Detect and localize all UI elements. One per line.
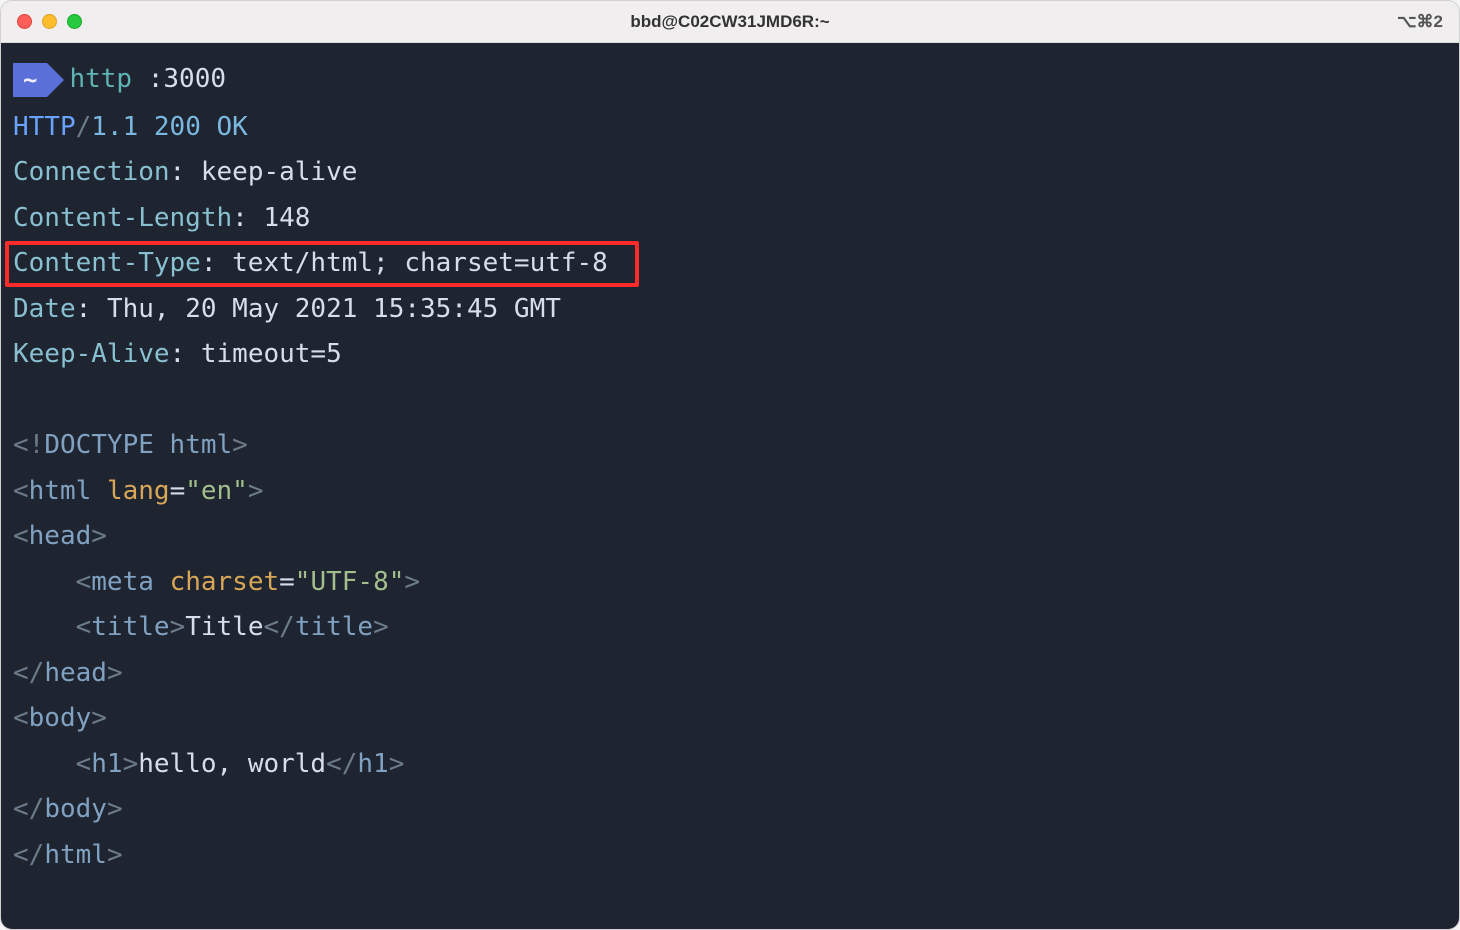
command-name: http <box>69 57 132 103</box>
terminal-body[interactable]: ~ http :3000 HTTP/1.1 200 OK Connection:… <box>1 43 1459 929</box>
head-open: <head> <box>1 514 1459 560</box>
meta-line: <meta charset="UTF-8"> <box>1 560 1459 606</box>
prompt-badge: ~ <box>13 63 47 97</box>
shortcut-hint: ⌥⌘2 <box>1397 12 1443 32</box>
body-close: </body> <box>1 787 1459 833</box>
blank-line <box>1 378 1459 424</box>
maximize-icon[interactable] <box>67 14 82 29</box>
header-date: Date: Thu, 20 May 2021 15:35:45 GMT <box>1 287 1459 333</box>
header-keep-alive: Keep-Alive: timeout=5 <box>1 332 1459 378</box>
command-arg: :3000 <box>148 57 226 103</box>
html-close: </html> <box>1 833 1459 879</box>
html-open: <html lang="en"> <box>1 469 1459 515</box>
header-connection: Connection: keep-alive <box>1 150 1459 196</box>
header-content-length: Content-Length: 148 <box>1 196 1459 242</box>
close-icon[interactable] <box>17 14 32 29</box>
protocol: HTTP <box>13 112 76 142</box>
title-line: <title>Title</title> <box>1 605 1459 651</box>
terminal-window: bbd@C02CW31JMD6R:~ ⌥⌘2 ~ http :3000 HTTP… <box>0 0 1460 930</box>
status-line: HTTP/1.1 200 OK <box>1 105 1459 151</box>
h1-line: <h1>hello, world</h1> <box>1 742 1459 788</box>
header-content-type: Content-Type: text/html; charset=utf-8 <box>1 241 1459 287</box>
html-doctype: <!DOCTYPE html> <box>1 423 1459 469</box>
titlebar[interactable]: bbd@C02CW31JMD6R:~ ⌥⌘2 <box>1 1 1459 43</box>
http-version: 1.1 <box>91 112 138 142</box>
body-open: <body> <box>1 696 1459 742</box>
traffic-lights <box>17 14 82 29</box>
prompt-line: ~ http :3000 <box>1 57 1459 103</box>
status-code: 200 OK <box>154 112 248 142</box>
minimize-icon[interactable] <box>42 14 57 29</box>
window-title: bbd@C02CW31JMD6R:~ <box>630 12 829 32</box>
head-close: </head> <box>1 651 1459 697</box>
